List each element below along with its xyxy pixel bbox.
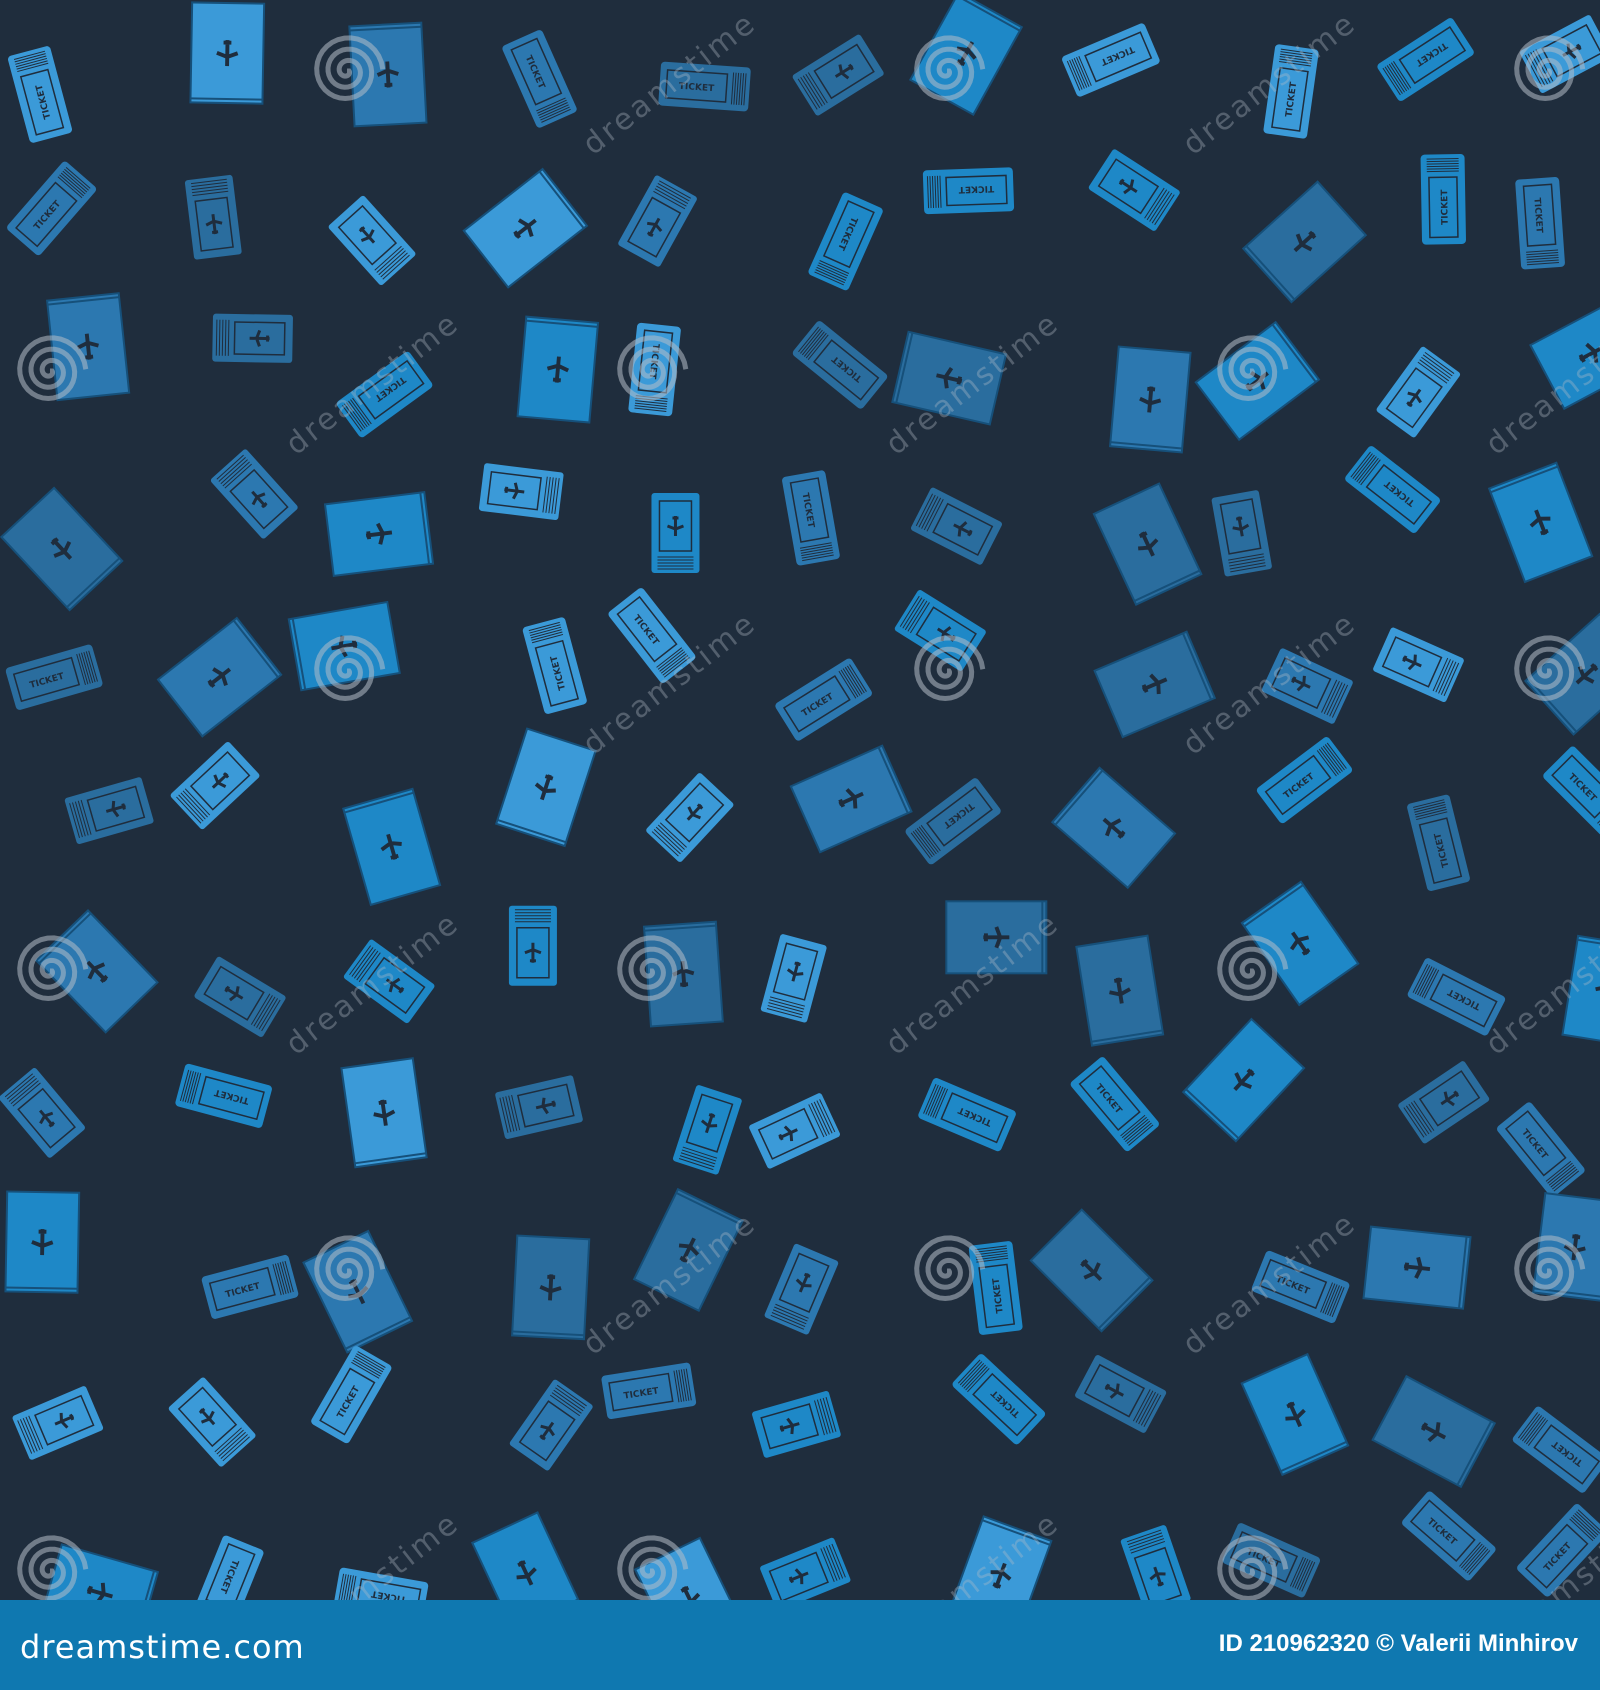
passport-icon (4, 1190, 81, 1294)
airline-ticket-icon: TICKET (1256, 737, 1353, 824)
airline-ticket-icon: TICKET (775, 658, 872, 741)
passport-icon (340, 1057, 428, 1169)
airline-ticket-icon: TICKET (1407, 794, 1470, 891)
airline-ticket-icon: TICKET (1515, 177, 1565, 270)
airline-ticket-icon: TICKET (918, 1078, 1016, 1152)
boarding-pass-icon (1075, 1355, 1167, 1433)
boarding-pass-icon (764, 1243, 839, 1335)
airline-ticket-icon: TICKET (1497, 1102, 1585, 1197)
boarding-pass-icon (646, 773, 734, 862)
airline-ticket-icon: TICKET (952, 1354, 1046, 1445)
airline-ticket-icon: TICKET (1377, 18, 1474, 101)
boarding-pass-icon (1211, 490, 1272, 577)
passport-icon (189, 1, 266, 105)
passport-icon (494, 727, 597, 848)
boarding-pass-icon (672, 1085, 742, 1175)
passport-icon (1029, 1208, 1154, 1333)
boarding-pass-icon (495, 1075, 583, 1139)
airline-ticket-icon: TICKET (502, 30, 577, 128)
spiral-logo-icon (914, 1235, 986, 1302)
airline-ticket-icon: TICKET (1062, 23, 1160, 97)
boarding-pass-icon (508, 905, 557, 986)
boarding-pass-icon (792, 34, 884, 116)
ticket-label: TICKET (1440, 189, 1451, 225)
passport-icon (156, 616, 283, 738)
boarding-pass-icon (1373, 627, 1464, 703)
boarding-pass-icon (0, 1068, 85, 1158)
passport-icon (462, 167, 589, 289)
icon-pattern-background: TICKET TICKET TICKET TICKET TICKET TICKET TICK… (0, 0, 1600, 1600)
boarding-pass-icon (749, 1093, 840, 1169)
passport-icon (1050, 766, 1177, 890)
passport-icon (789, 744, 913, 854)
airline-ticket-icon: TICKET (792, 321, 888, 409)
boarding-pass-icon (509, 1379, 593, 1471)
airline-ticket-icon: TICKET (905, 778, 1001, 865)
airline-ticket-icon: TICKET (191, 1535, 264, 1600)
passport-icon (1181, 1017, 1306, 1143)
boarding-pass-icon (184, 174, 242, 260)
passport-icon (0, 486, 124, 612)
airline-ticket-icon: TICKET (175, 1063, 272, 1128)
airline-ticket-icon: TICKET (1512, 1406, 1600, 1493)
airline-ticket-icon: TICKET (782, 470, 840, 566)
boarding-pass-icon (894, 590, 986, 671)
boarding-pass-icon (170, 741, 260, 830)
spiral-logo-icon (1217, 935, 1289, 1002)
airline-ticket-icon: TICKET (1345, 446, 1440, 533)
boarding-pass-icon (194, 956, 286, 1037)
footer-logo[interactable]: dreamstime.com (20, 1628, 305, 1666)
passport-icon (470, 1511, 582, 1600)
ticket-label: TICKET (958, 183, 995, 194)
passport-icon (1240, 1352, 1350, 1477)
boarding-pass-icon (910, 487, 1003, 565)
passport-icon (1371, 1374, 1497, 1489)
passport-icon (342, 787, 442, 907)
airline-ticket-icon: TICKET (7, 161, 97, 256)
airline-ticket-icon: TICKET (601, 1362, 697, 1420)
boarding-pass-icon (168, 1377, 256, 1467)
airline-ticket-icon: TICKET (808, 192, 883, 291)
boarding-pass-icon (618, 175, 697, 267)
boarding-pass-icon (1376, 346, 1461, 438)
pattern-canvas: TICKET TICKET TICKET TICKET TICKET TICKET TICK… (0, 0, 1600, 1600)
boarding-pass-icon (1120, 1525, 1191, 1600)
boarding-pass-icon (212, 313, 293, 363)
passport-icon (1108, 345, 1192, 454)
boarding-pass-icon (760, 934, 827, 1023)
footer-bar: dreamstime.com ID 210962320 © Valerii Mi… (0, 1600, 1600, 1690)
passport-icon (1362, 1225, 1472, 1310)
airline-ticket-icon: TICKET (522, 617, 587, 714)
boarding-pass-icon (1088, 149, 1180, 231)
airline-ticket-icon: TICKET (1070, 1057, 1159, 1152)
airline-ticket-icon: TICKET (1402, 1491, 1496, 1581)
boarding-pass-icon (752, 1391, 841, 1458)
airline-ticket-icon: TICKET (1543, 746, 1600, 838)
passport-icon (511, 1234, 591, 1341)
boarding-pass-icon (651, 493, 700, 574)
passport-icon (516, 315, 600, 424)
image-credit: ID 210962320 © Valerii Minhirov (1218, 1630, 1578, 1657)
passport-icon (323, 491, 435, 577)
passport-icon (1092, 482, 1203, 606)
boarding-pass-icon (64, 777, 154, 845)
boarding-pass-icon (210, 449, 298, 539)
boarding-pass-icon (1398, 1061, 1490, 1144)
airline-ticket-icon: TICKET (1420, 153, 1466, 245)
spiral-logo-icon (914, 635, 986, 702)
airline-ticket-icon: TICKET (201, 1254, 299, 1319)
airline-ticket-icon: TICKET (5, 644, 103, 710)
boarding-pass-icon (328, 195, 416, 285)
airline-ticket-icon: TICKET (922, 167, 1015, 215)
passport-icon (1241, 180, 1368, 304)
passport-icon (1240, 880, 1360, 1007)
airline-ticket-icon: TICKET (8, 46, 73, 143)
airline-ticket-icon: TICKET (311, 1346, 392, 1444)
passport-icon (1075, 934, 1165, 1047)
boarding-pass-icon (760, 1537, 851, 1600)
boarding-pass-icon (12, 1386, 104, 1460)
passport-icon (1487, 461, 1594, 584)
boarding-pass-icon (478, 463, 564, 520)
